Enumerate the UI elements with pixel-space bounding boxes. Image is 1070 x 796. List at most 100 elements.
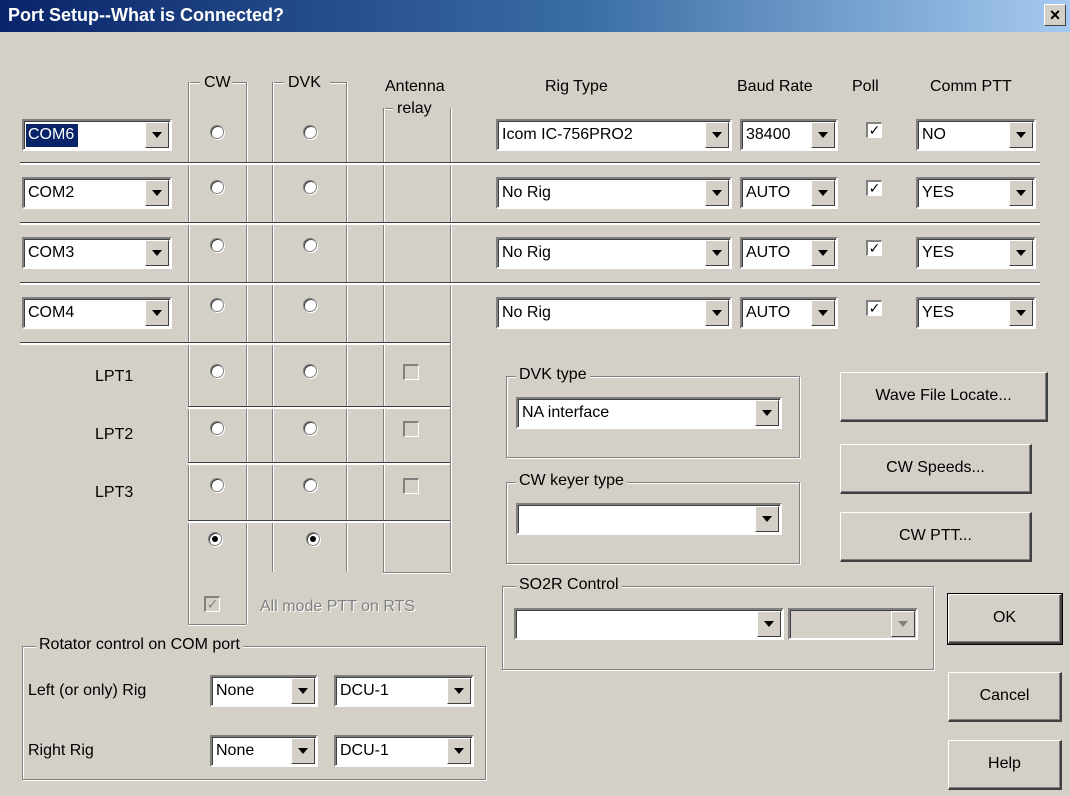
comm-ptt-select[interactable]: YES <box>916 237 1036 269</box>
chevron-down-icon[interactable] <box>291 738 315 764</box>
com-port-select[interactable]: COM3 <box>22 237 172 269</box>
poll-header: Poll <box>852 78 879 95</box>
baud-rate-select[interactable]: AUTO <box>740 237 838 269</box>
com-port-select[interactable]: COM4 <box>22 297 172 329</box>
chevron-down-icon[interactable] <box>447 738 471 764</box>
close-button[interactable]: × <box>1044 4 1066 26</box>
wave-file-locate-button[interactable]: Wave File Locate... <box>840 372 1048 422</box>
poll-checkbox[interactable]: ✓ <box>866 122 882 138</box>
cw-speeds-button[interactable]: CW Speeds... <box>840 444 1032 494</box>
rig-type-value: No Rig <box>502 304 551 321</box>
rig-type-select[interactable]: No Rig <box>496 177 732 209</box>
left-rig-type-value: DCU-1 <box>340 682 389 699</box>
com-port-select[interactable]: COM2 <box>22 177 172 209</box>
right-rig-type-select[interactable]: DCU-1 <box>334 735 474 767</box>
antenna-relay-checkbox[interactable] <box>403 421 419 437</box>
dvk-radio[interactable] <box>303 478 317 492</box>
left-rig-label: Left (or only) Rig <box>28 682 147 699</box>
baud-rate-value: 38400 <box>746 126 791 143</box>
left-rig-port-value: None <box>216 682 255 699</box>
chevron-down-icon[interactable] <box>757 611 781 637</box>
chevron-down-icon[interactable] <box>811 240 835 266</box>
cw-radio[interactable] <box>210 125 224 139</box>
comm-ptt-value: NO <box>922 126 946 143</box>
row-separator <box>20 282 1040 285</box>
dvk-none-radio[interactable] <box>306 532 320 546</box>
window-title: Port Setup--What is Connected? <box>8 5 284 25</box>
cw-radio[interactable] <box>210 364 224 378</box>
dvk-radio[interactable] <box>303 238 317 252</box>
antenna-relay-checkbox[interactable] <box>403 478 419 494</box>
chevron-down-icon[interactable] <box>705 180 729 206</box>
rig-type-value: No Rig <box>502 184 551 201</box>
cw-radio[interactable] <box>210 478 224 492</box>
comm-ptt-select[interactable]: YES <box>916 177 1036 209</box>
rig-type-select[interactable]: Icom IC-756PRO2 <box>496 119 732 151</box>
all-mode-ptt-checkbox[interactable]: ✓ <box>204 596 220 612</box>
poll-checkbox[interactable]: ✓ <box>866 240 882 256</box>
rig-type-value: No Rig <box>502 244 551 261</box>
poll-checkbox[interactable]: ✓ <box>866 300 882 316</box>
ok-button[interactable]: OK <box>947 593 1063 645</box>
cw-keyer-type-select[interactable] <box>516 503 782 535</box>
com-port-value: COM4 <box>28 304 75 321</box>
chevron-down-icon[interactable] <box>1009 240 1033 266</box>
com-port-select[interactable]: COM6 <box>22 119 172 151</box>
cw-radio[interactable] <box>210 238 224 252</box>
chevron-down-icon[interactable] <box>145 180 169 206</box>
dvk-type-select[interactable]: NA interface <box>516 397 782 429</box>
chevron-down-icon[interactable] <box>145 240 169 266</box>
chevron-down-icon[interactable] <box>705 122 729 148</box>
com-port-value: COM3 <box>28 244 75 261</box>
chevron-down-icon[interactable] <box>447 678 471 704</box>
cw-radio[interactable] <box>210 180 224 194</box>
baud-rate-select[interactable]: 38400 <box>740 119 838 151</box>
dvk-radio[interactable] <box>303 125 317 139</box>
rig-type-select[interactable]: No Rig <box>496 297 732 329</box>
chevron-down-icon[interactable] <box>705 240 729 266</box>
rig-type-value: Icom IC-756PRO2 <box>502 126 633 143</box>
cancel-button[interactable]: Cancel <box>948 672 1062 722</box>
chevron-down-icon[interactable] <box>891 611 915 637</box>
dvk-radio[interactable] <box>303 180 317 194</box>
dvk-type-label: DVK type <box>516 366 590 384</box>
row-separator <box>188 520 450 523</box>
so2r-secondary-select[interactable] <box>788 608 918 640</box>
chevron-down-icon[interactable] <box>1009 122 1033 148</box>
row-separator <box>188 462 450 465</box>
right-rig-type-value: DCU-1 <box>340 742 389 759</box>
chevron-down-icon[interactable] <box>705 300 729 326</box>
chevron-down-icon[interactable] <box>811 300 835 326</box>
rig-type-select[interactable]: No Rig <box>496 237 732 269</box>
all-mode-ptt-label: All mode PTT on RTS <box>260 598 416 615</box>
chevron-down-icon[interactable] <box>755 400 779 426</box>
comm-ptt-select[interactable]: NO <box>916 119 1036 151</box>
dvk-radio[interactable] <box>303 364 317 378</box>
chevron-down-icon[interactable] <box>1009 180 1033 206</box>
chevron-down-icon[interactable] <box>811 180 835 206</box>
left-rig-type-select[interactable]: DCU-1 <box>334 675 474 707</box>
chevron-down-icon[interactable] <box>1009 300 1033 326</box>
cw-radio[interactable] <box>210 421 224 435</box>
help-button[interactable]: Help <box>948 740 1062 790</box>
so2r-select[interactable] <box>514 608 784 640</box>
chevron-down-icon[interactable] <box>145 122 169 148</box>
dvk-radio[interactable] <box>303 298 317 312</box>
left-rig-port-select[interactable]: None <box>210 675 318 707</box>
chevron-down-icon[interactable] <box>291 678 315 704</box>
dvk-col-top-right <box>330 82 346 84</box>
chevron-down-icon[interactable] <box>811 122 835 148</box>
poll-checkbox[interactable]: ✓ <box>866 180 882 196</box>
cw-header: CW <box>204 74 231 91</box>
baud-rate-select[interactable]: AUTO <box>740 297 838 329</box>
antenna-relay-checkbox[interactable] <box>403 364 419 380</box>
comm-ptt-select[interactable]: YES <box>916 297 1036 329</box>
cw-none-radio[interactable] <box>208 532 222 546</box>
cw-ptt-button[interactable]: CW PTT... <box>840 512 1032 562</box>
chevron-down-icon[interactable] <box>755 506 779 532</box>
cw-radio[interactable] <box>210 298 224 312</box>
baud-rate-select[interactable]: AUTO <box>740 177 838 209</box>
chevron-down-icon[interactable] <box>145 300 169 326</box>
dvk-radio[interactable] <box>303 421 317 435</box>
right-rig-port-select[interactable]: None <box>210 735 318 767</box>
